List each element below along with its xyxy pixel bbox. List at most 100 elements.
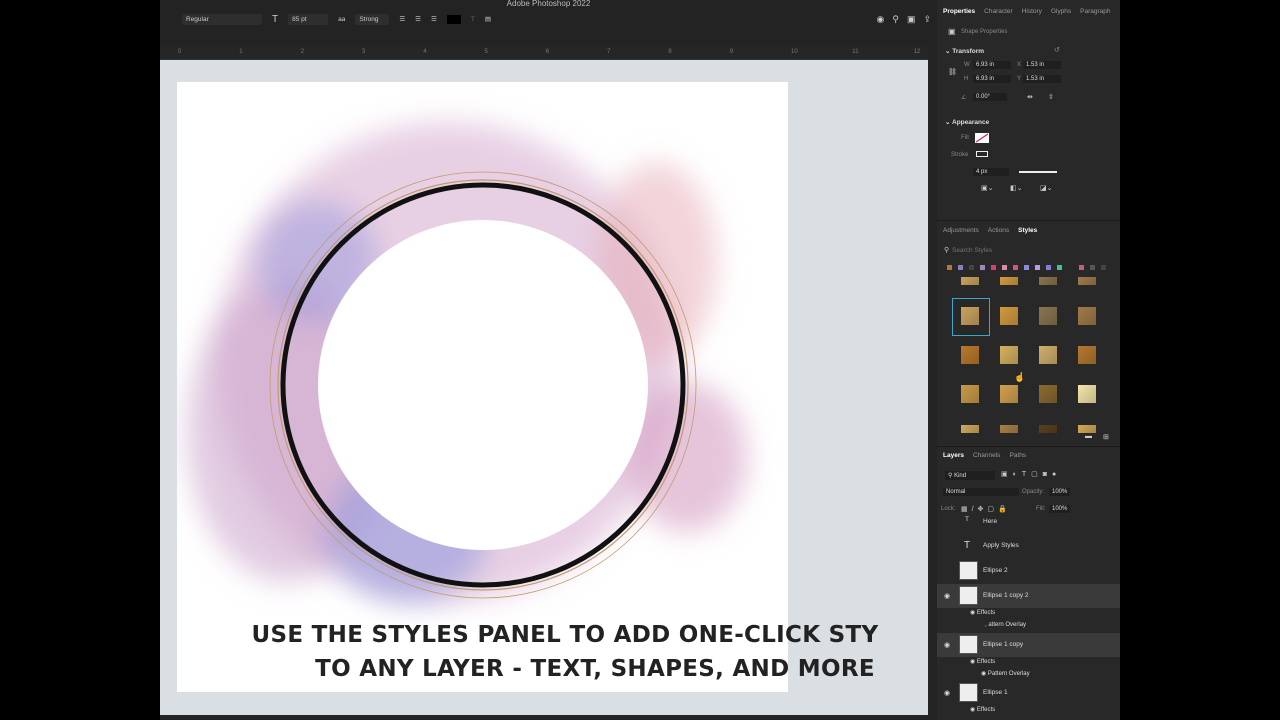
style-group-chip[interactable] — [969, 265, 974, 270]
antialias-select[interactable]: Strong — [355, 13, 390, 25]
tab-styles[interactable]: Styles — [1018, 227, 1037, 234]
style-group-chip[interactable] — [1079, 265, 1084, 270]
style-swatch[interactable] — [961, 346, 979, 364]
stroke-corners-icon[interactable]: ◪⌄ — [1040, 184, 1052, 192]
share-user-icon[interactable]: ◉ — [876, 14, 884, 25]
tab-adjustments[interactable]: Adjustments — [943, 227, 979, 234]
y-input[interactable]: 1.53 in — [1023, 75, 1061, 83]
style-swatch[interactable] — [961, 385, 979, 403]
height-input[interactable]: 6.93 in — [973, 75, 1011, 83]
tab-paragraph[interactable]: Paragraph — [1080, 8, 1110, 15]
tab-layers[interactable]: Layers — [943, 452, 964, 459]
style-group-chip[interactable] — [1024, 265, 1029, 270]
style-swatch[interactable] — [1078, 307, 1096, 325]
layer-ellipse-1[interactable]: ◉ Ellipse 1 — [937, 681, 1120, 705]
style-swatch[interactable] — [1078, 346, 1096, 364]
effects-row[interactable]: ◉ Effects — [970, 706, 995, 713]
tab-paths[interactable]: Paths — [1009, 452, 1026, 459]
layer-filter-select[interactable]: ⚲ Kind — [945, 471, 995, 480]
style-swatch[interactable] — [1078, 385, 1096, 403]
style-swatch[interactable] — [1039, 307, 1057, 325]
style-group-chip[interactable] — [1002, 265, 1007, 270]
flip-vertical-icon[interactable]: ⇳ — [1048, 93, 1054, 101]
style-swatch[interactable] — [1039, 277, 1057, 285]
style-group-chip[interactable] — [1057, 265, 1062, 270]
style-swatch[interactable] — [1039, 425, 1057, 433]
style-group-chip[interactable] — [1101, 265, 1106, 270]
character-panel-icon[interactable]: ▤ — [485, 15, 491, 23]
width-input[interactable]: 6.93 in — [973, 61, 1011, 69]
stroke-swatch[interactable] — [976, 151, 988, 157]
style-swatch[interactable] — [1000, 385, 1018, 403]
effects-row[interactable]: ◉ Effects — [970, 609, 995, 616]
angle-input[interactable]: 0.00° — [973, 93, 1007, 101]
style-swatch[interactable] — [1000, 277, 1018, 285]
visibility-eye-icon[interactable]: ◉ — [944, 592, 950, 600]
share-icon[interactable]: ⇪ — [923, 14, 931, 25]
style-swatch[interactable] — [1000, 425, 1018, 433]
pattern-overlay-row[interactable]: , attern Overlay — [985, 622, 1026, 628]
style-group-chip[interactable] — [1013, 265, 1018, 270]
tab-channels[interactable]: Channels — [973, 452, 1000, 459]
style-swatch[interactable] — [1039, 385, 1057, 403]
style-swatch[interactable] — [1000, 307, 1018, 325]
new-group-folder-icon[interactable]: ▬ — [1085, 433, 1092, 440]
lock-icons[interactable]: ▦/✥▢🔒 — [961, 505, 1011, 513]
style-group-chip[interactable] — [980, 265, 985, 270]
tab-glyphs[interactable]: Glyphs — [1051, 8, 1071, 15]
style-group-chip[interactable] — [947, 265, 952, 270]
layer-here[interactable]: T Here — [937, 514, 1120, 528]
style-swatch[interactable] — [961, 277, 979, 285]
style-swatch[interactable] — [1000, 346, 1018, 364]
style-group-chip[interactable] — [1035, 265, 1040, 270]
flip-horizontal-icon[interactable]: ⇹ — [1027, 93, 1033, 101]
stroke-type-select[interactable] — [1019, 171, 1057, 173]
visibility-eye-icon[interactable]: ◉ — [944, 641, 950, 649]
stroke-width-select[interactable]: 4 px — [973, 168, 1009, 176]
document-canvas[interactable] — [177, 82, 788, 692]
style-group-chip[interactable] — [958, 265, 963, 270]
search-icon[interactable]: ⚲ — [892, 14, 899, 25]
tab-history[interactable]: History — [1022, 8, 1042, 15]
layer-apply-styles[interactable]: T Apply Styles — [937, 534, 1120, 558]
search-styles-input[interactable] — [952, 246, 1112, 255]
stroke-align-icon[interactable]: ▣⌄ — [981, 184, 993, 192]
style-swatch[interactable] — [1078, 277, 1096, 285]
layer-ellipse-1-copy-2[interactable]: ◉ Ellipse 1 copy 2 — [937, 584, 1120, 608]
visibility-eye-icon[interactable]: ◉ — [944, 689, 950, 697]
text-color-swatch[interactable] — [446, 14, 461, 24]
style-swatch[interactable] — [1039, 346, 1057, 364]
effects-row[interactable]: ◉ Effects — [970, 658, 995, 665]
layer-ellipse-1-copy[interactable]: ◉ Ellipse 1 copy — [937, 633, 1120, 657]
layer-filter-icons[interactable]: ▣◐T▢◙● — [1001, 470, 1061, 478]
fill-swatch-none[interactable] — [975, 133, 989, 143]
reset-icon[interactable]: ↺ — [1054, 46, 1060, 54]
tab-character[interactable]: Character — [984, 8, 1013, 15]
ruler-tick: 5 — [484, 49, 488, 55]
link-icon[interactable]: ⛓ — [948, 68, 957, 76]
tab-actions[interactable]: Actions — [988, 227, 1009, 234]
align-center-icon[interactable]: ☰ — [415, 15, 421, 23]
font-style-select[interactable]: Regular — [182, 13, 262, 25]
tab-properties[interactable]: Properties — [943, 8, 975, 15]
style-swatch[interactable] — [1078, 425, 1096, 433]
fill-opacity-input[interactable]: 100% — [1049, 505, 1071, 513]
warp-text-icon[interactable]: T — [471, 16, 475, 23]
font-size-select[interactable]: 85 pt — [288, 13, 329, 25]
stroke-caps-icon[interactable]: ◧⌄ — [1010, 184, 1022, 192]
pattern-overlay-row[interactable]: ◉ Pattern Overlay — [981, 670, 1030, 677]
opacity-input[interactable]: 100% — [1049, 488, 1071, 496]
layer-ellipse-2[interactable]: Ellipse 2 — [937, 559, 1120, 583]
transform-header[interactable]: ⌄ Transform — [945, 47, 984, 55]
x-input[interactable]: 1.53 in — [1023, 61, 1061, 69]
style-group-chip[interactable] — [991, 265, 996, 270]
style-swatch[interactable] — [961, 425, 979, 433]
align-right-icon[interactable]: ☰ — [431, 15, 437, 23]
new-style-icon[interactable]: ⊞ — [1103, 433, 1109, 441]
style-group-chip[interactable] — [1090, 265, 1095, 270]
align-left-icon[interactable]: ☰ — [399, 15, 405, 23]
appearance-header[interactable]: ⌄ Appearance — [945, 118, 989, 126]
blend-mode-select[interactable]: Normal — [943, 488, 1019, 496]
workspace-icon[interactable]: ▣ — [907, 14, 916, 25]
style-group-chip[interactable] — [1046, 265, 1051, 270]
